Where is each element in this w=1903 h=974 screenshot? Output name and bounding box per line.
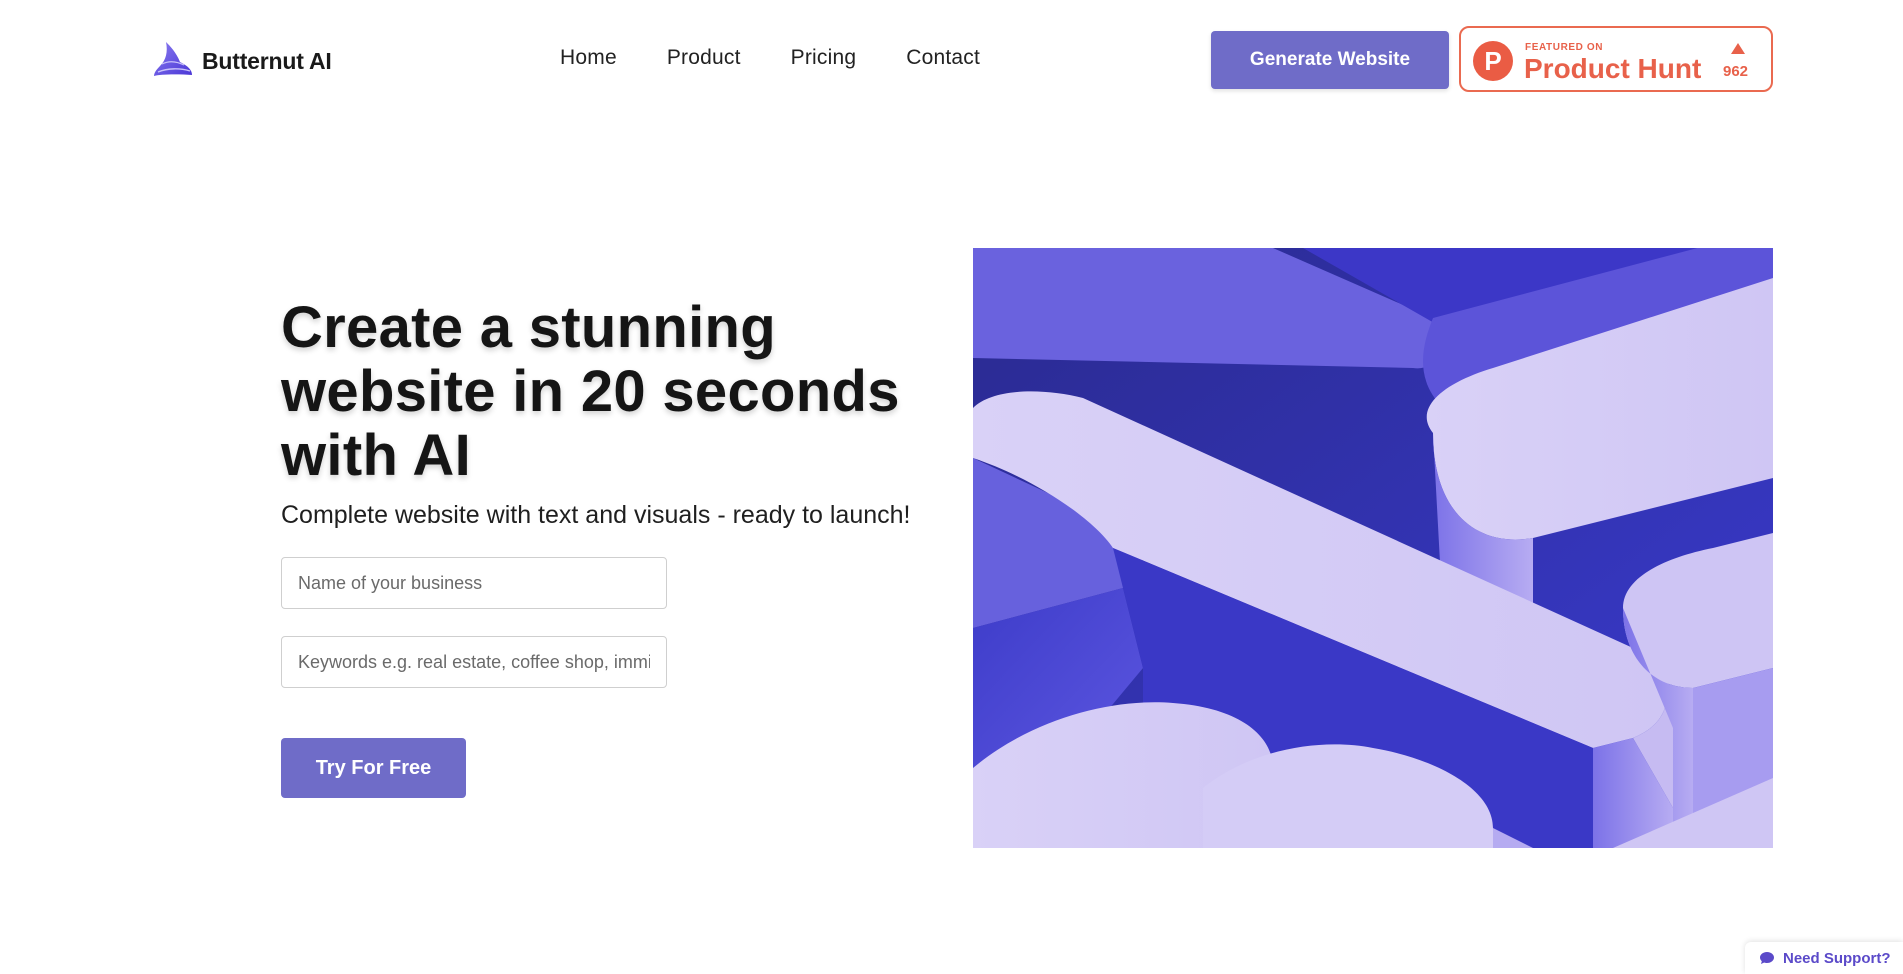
product-hunt-featured-label: FEATURED ON [1525,42,1604,53]
upvote-arrow-icon [1731,43,1745,54]
nav-product[interactable]: Product [667,46,741,70]
try-for-free-button[interactable]: Try For Free [281,738,466,798]
hero-subtitle: Complete website with text and visuals -… [281,501,911,529]
nav-contact[interactable]: Contact [906,46,980,70]
brand-name: Butternut AI [202,47,332,74]
site-header: Butternut AI Home Product Pricing Contac… [0,0,1903,120]
need-support-label: Need Support? [1783,949,1891,967]
business-name-input[interactable] [281,557,667,609]
product-hunt-name: Product Hunt [1524,53,1702,84]
nav-pricing[interactable]: Pricing [791,46,857,70]
butternut-logo-icon [154,42,192,76]
generate-website-button[interactable]: Generate Website [1211,31,1449,89]
product-hunt-logo-icon: P [1473,41,1513,81]
chat-bubble-icon [1760,952,1774,964]
abstract-3d-shapes-image [973,248,1773,848]
keywords-input[interactable] [281,636,667,688]
nav-home[interactable]: Home [560,46,617,70]
main-nav: Home Product Pricing Contact [560,46,980,70]
need-support-button[interactable]: Need Support? [1745,942,1903,974]
product-hunt-upvote-count: 962 [1723,63,1749,80]
hero-title: Create a stunning website in 20 seconds … [281,295,900,488]
brand-logo-link[interactable]: Butternut AI [150,38,332,84]
product-hunt-badge[interactable]: P FEATURED ON Product Hunt 962 [1459,26,1773,92]
